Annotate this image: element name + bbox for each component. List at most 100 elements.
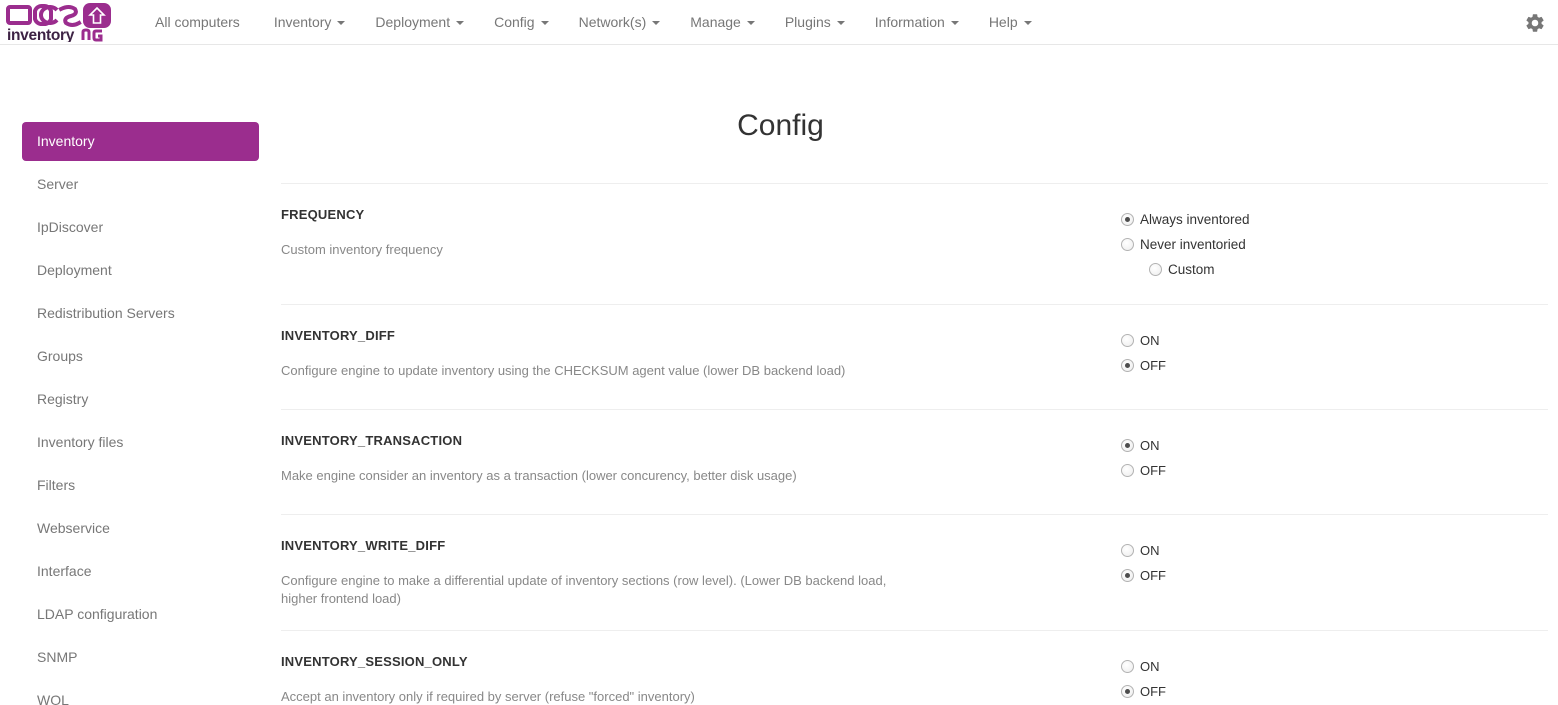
setting-name: INVENTORY_WRITE_DIFF — [281, 538, 446, 553]
sidebar-item-redistribution-servers[interactable]: Redistribution Servers — [22, 294, 259, 333]
radio-dot[interactable] — [1121, 569, 1134, 582]
radio-dot[interactable] — [1121, 544, 1134, 557]
radio-dot[interactable] — [1121, 213, 1134, 226]
radio-dot[interactable] — [1121, 660, 1134, 673]
nav-item-config[interactable]: Config — [479, 0, 563, 45]
nav-label: Deployment — [375, 13, 451, 30]
setting-text: INVENTORY_SESSION_ONLY Accept an invento… — [281, 653, 1121, 705]
nav-item-inventory[interactable]: Inventory — [259, 0, 361, 45]
setting-description: Make engine consider an inventory as a t… — [281, 468, 797, 483]
radio-dot[interactable] — [1121, 685, 1134, 698]
main-nav: All computers Inventory Deployment Confi… — [140, 0, 1047, 45]
sidebar-item-filters[interactable]: Filters — [22, 466, 259, 505]
chevron-down-icon — [540, 21, 549, 25]
radio-label: Always inventored — [1140, 211, 1250, 227]
radio-option-on[interactable]: ON — [1121, 433, 1548, 458]
setting-options: ON OFF — [1121, 432, 1548, 483]
radio-label: ON — [1140, 332, 1160, 348]
setting-options: ON OFF — [1121, 653, 1548, 704]
nav-label: Config — [494, 13, 535, 30]
radio-option-on[interactable]: ON — [1121, 654, 1548, 679]
sidebar-item-label: Server — [37, 176, 79, 192]
radio-option-off[interactable]: OFF — [1121, 458, 1548, 483]
setting-row-frequency: FREQUENCY Custom inventory frequency Alw… — [281, 183, 1548, 304]
nav-item-plugins[interactable]: Plugins — [770, 0, 860, 45]
nav-label: Manage — [690, 13, 741, 30]
radio-option-on[interactable]: ON — [1121, 538, 1548, 563]
chevron-down-icon — [746, 21, 755, 25]
sidebar-item-deployment[interactable]: Deployment — [22, 251, 259, 290]
setting-description: Accept an inventory only if required by … — [281, 689, 695, 704]
sidebar-item-wol[interactable]: WOL — [22, 681, 259, 705]
setting-row-inventory-diff: INVENTORY_DIFF Configure engine to updat… — [281, 304, 1548, 409]
sidebar-item-interface[interactable]: Interface — [22, 552, 259, 591]
nav-item-manage[interactable]: Manage — [675, 0, 770, 45]
sidebar-item-label: Inventory files — [37, 434, 124, 450]
radio-option-off[interactable]: OFF — [1121, 563, 1548, 588]
nav-item-help[interactable]: Help — [974, 0, 1047, 45]
radio-dot[interactable] — [1121, 439, 1134, 452]
sidebar-item-label: Webservice — [37, 520, 110, 536]
settings-button[interactable] — [1524, 0, 1546, 45]
radio-option-off[interactable]: OFF — [1121, 353, 1548, 378]
sidebar-item-label: Filters — [37, 477, 76, 493]
nav-label: Network(s) — [578, 13, 647, 30]
radio-dot[interactable] — [1121, 334, 1134, 347]
radio-option-custom[interactable]: Custom — [1121, 257, 1548, 282]
config-content: Config FREQUENCY Custom inventory freque… — [281, 45, 1558, 705]
setting-options: Always inventored Never inventoried Cust… — [1121, 206, 1548, 282]
nav-label: Plugins — [784, 13, 831, 30]
chevron-down-icon — [950, 21, 959, 25]
setting-text: INVENTORY_DIFF Configure engine to updat… — [281, 327, 1121, 380]
radio-label: ON — [1140, 542, 1160, 558]
radio-label: OFF — [1140, 683, 1166, 699]
sidebar-item-registry[interactable]: Registry — [22, 380, 259, 419]
nav-item-deployment[interactable]: Deployment — [360, 0, 479, 45]
sidebar-item-inventory-files[interactable]: Inventory files — [22, 423, 259, 462]
sidebar-item-label: IpDiscover — [37, 219, 104, 235]
setting-row-inventory-write-diff: INVENTORY_WRITE_DIFF Configure engine to… — [281, 514, 1548, 630]
sidebar-item-label: Groups — [37, 348, 83, 364]
sidebar-item-snmp[interactable]: SNMP — [22, 638, 259, 677]
sidebar-item-label: Inventory — [37, 133, 95, 149]
sidebar-item-ldap-configuration[interactable]: LDAP configuration — [22, 595, 259, 634]
top-navbar: inventory All computers Inventory Deploy… — [0, 0, 1558, 45]
sidebar-item-label: Redistribution Servers — [37, 305, 175, 321]
nav-item-networks[interactable]: Network(s) — [564, 0, 676, 45]
radio-label: OFF — [1140, 462, 1166, 478]
svg-text:inventory: inventory — [7, 27, 75, 42]
radio-option-off[interactable]: OFF — [1121, 679, 1548, 704]
radio-option-never-inventoried[interactable]: Never inventoried — [1121, 232, 1548, 257]
radio-dot[interactable] — [1149, 263, 1162, 276]
sidebar-item-inventory[interactable]: Inventory — [22, 122, 259, 161]
ocs-inventory-ng-logo-icon: inventory — [6, 3, 111, 42]
setting-description: Configure engine to make a differential … — [281, 573, 887, 606]
chevron-down-icon — [1023, 21, 1032, 25]
brand-logo[interactable]: inventory — [0, 0, 130, 45]
radio-label: Never inventoried — [1140, 236, 1246, 252]
sidebar-item-label: Interface — [37, 563, 92, 579]
setting-name: INVENTORY_SESSION_ONLY — [281, 654, 468, 669]
radio-option-always-inventoried[interactable]: Always inventored — [1121, 207, 1548, 232]
radio-option-on[interactable]: ON — [1121, 328, 1548, 353]
setting-text: FREQUENCY Custom inventory frequency — [281, 206, 1121, 259]
sidebar-item-server[interactable]: Server — [22, 165, 259, 204]
nav-label: Help — [988, 13, 1018, 30]
nav-item-all-computers[interactable]: All computers — [140, 0, 259, 45]
chevron-down-icon — [652, 21, 661, 25]
setting-name: FREQUENCY — [281, 207, 365, 222]
radio-label: OFF — [1140, 357, 1166, 373]
setting-description: Configure engine to update inventory usi… — [281, 363, 846, 378]
sidebar-item-groups[interactable]: Groups — [22, 337, 259, 376]
radio-dot[interactable] — [1121, 359, 1134, 372]
radio-dot[interactable] — [1121, 238, 1134, 251]
setting-text: INVENTORY_WRITE_DIFF Configure engine to… — [281, 537, 1121, 608]
radio-label: OFF — [1140, 567, 1166, 583]
sidebar-item-webservice[interactable]: Webservice — [22, 509, 259, 548]
radio-dot[interactable] — [1121, 464, 1134, 477]
chevron-down-icon — [836, 21, 845, 25]
nav-item-information[interactable]: Information — [860, 0, 974, 45]
radio-label: ON — [1140, 437, 1160, 453]
setting-options: ON OFF — [1121, 537, 1548, 588]
sidebar-item-ipdiscover[interactable]: IpDiscover — [22, 208, 259, 247]
